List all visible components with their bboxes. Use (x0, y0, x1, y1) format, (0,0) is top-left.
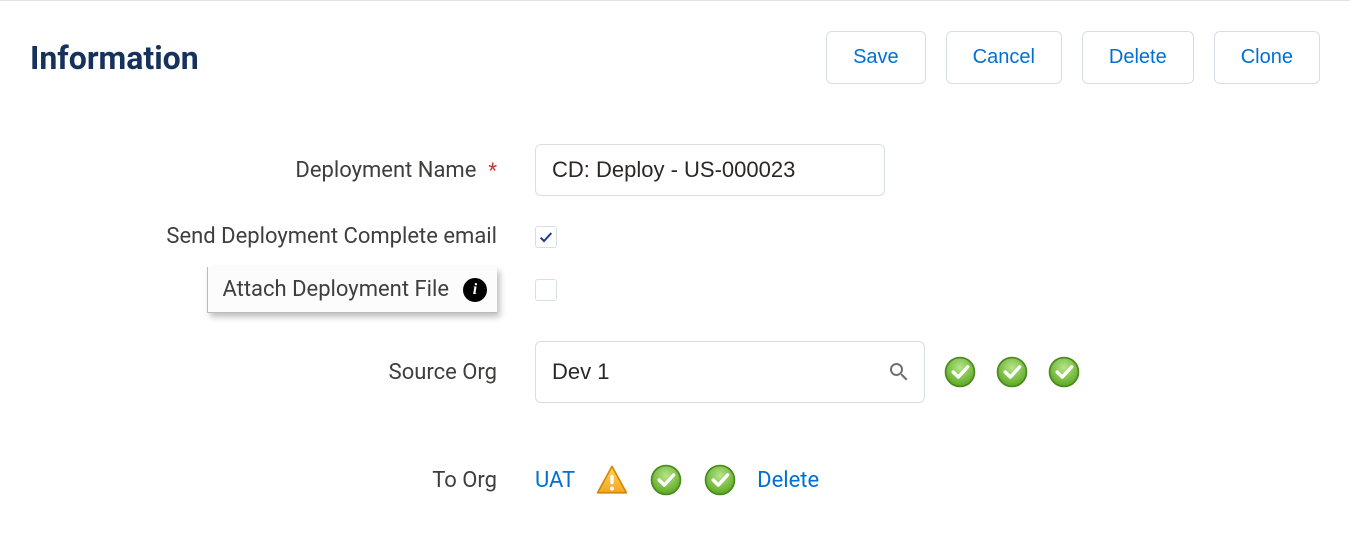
to-org-link[interactable]: UAT (535, 468, 575, 493)
source-org-label: Source Org (389, 360, 497, 385)
status-ok-icon (943, 355, 977, 389)
clone-button[interactable]: Clone (1214, 31, 1320, 84)
source-org-input[interactable] (535, 341, 925, 403)
row-deployment-name: Deployment Name * (30, 144, 1320, 196)
section-title: Information (30, 39, 199, 77)
attach-file-label: Attach Deployment File (222, 277, 449, 302)
row-source-org: Source Org (30, 341, 1320, 403)
source-org-label-cell: Source Org (30, 360, 505, 385)
delete-button[interactable]: Delete (1082, 31, 1194, 84)
to-org-delete-link[interactable]: Delete (757, 468, 819, 493)
status-ok-icon (703, 463, 737, 497)
required-mark: * (488, 158, 497, 182)
status-ok-icon (649, 463, 683, 497)
deployment-name-label: Deployment Name (295, 158, 476, 183)
button-bar: Save Cancel Delete Clone (826, 31, 1320, 84)
source-org-lookup[interactable] (535, 341, 925, 403)
info-icon[interactable]: i (463, 278, 487, 302)
status-ok-icon (1047, 355, 1081, 389)
attach-file-checkbox[interactable] (535, 279, 557, 301)
header-row: Information Save Cancel Delete Clone (30, 31, 1320, 84)
deployment-name-label-cell: Deployment Name * (30, 158, 505, 183)
search-icon[interactable] (887, 360, 911, 384)
to-org-label: To Org (30, 468, 505, 493)
form-area: Deployment Name * Send Deployment Comple… (30, 144, 1320, 497)
send-email-label: Send Deployment Complete email (166, 224, 497, 249)
cancel-button[interactable]: Cancel (946, 31, 1062, 84)
send-email-label-cell: Send Deployment Complete email (30, 224, 505, 249)
row-send-email: Send Deployment Complete email (30, 224, 1320, 249)
status-ok-icon (995, 355, 1029, 389)
deployment-name-input[interactable] (535, 144, 885, 196)
row-to-org: To Org UAT Delete (30, 463, 1320, 497)
save-button[interactable]: Save (826, 31, 926, 84)
row-attach-file: Attach Deployment File i (30, 267, 1320, 313)
status-warning-icon (595, 463, 629, 497)
send-email-checkbox[interactable] (535, 226, 557, 248)
attach-file-label-box: Attach Deployment File i (207, 267, 497, 313)
check-icon (538, 229, 554, 245)
